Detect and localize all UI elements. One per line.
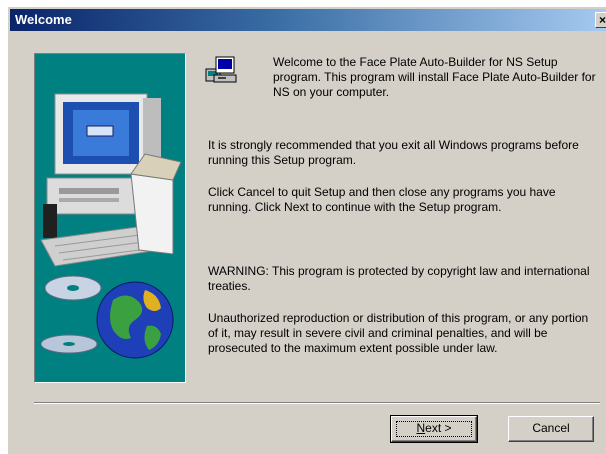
next-label-rest: ext > [425,421,452,435]
next-button[interactable]: Next > [390,415,478,443]
close-icon: × [599,13,606,27]
next-button-label: Next > [416,421,451,435]
cancel-info-text: Click Cancel to quit Setup and then clos… [208,185,556,214]
next-mnemonic: N [416,421,426,435]
welcome-text: Welcome to the Face Plate Auto-Builder f… [273,55,596,99]
window-title: Welcome [15,12,72,27]
title-bar[interactable]: Welcome × [10,9,606,31]
side-illustration-panel [34,53,186,383]
cancel-button[interactable]: Cancel [508,416,594,442]
recommend-text: It is strongly recommended that you exit… [208,138,579,167]
setup-computer-icon [205,56,237,83]
close-button[interactable]: × [595,12,606,28]
setup-dialog: Welcome × Welcome to the Face Plate Auto… [7,6,606,454]
warning-text: WARNING: This program is protected by co… [208,264,590,293]
computer-globe-cd-illustration [40,93,182,359]
unauthorized-text: Unauthorized reproduction or distributio… [208,311,589,355]
separator-line [34,402,600,404]
